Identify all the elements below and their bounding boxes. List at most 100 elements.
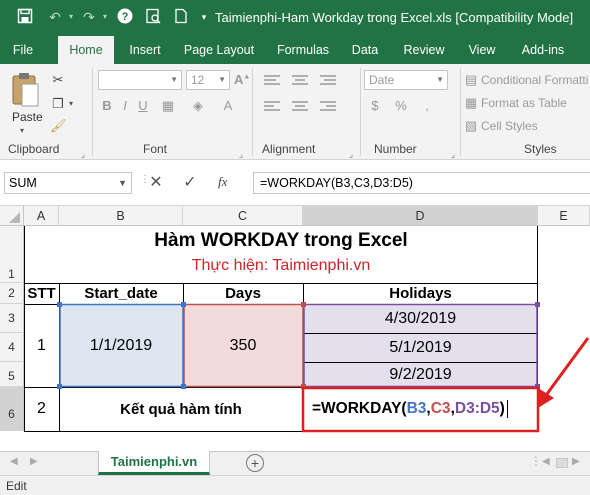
redo-dropdown-icon[interactable]: ▾	[96, 8, 114, 26]
tab-review[interactable]: Review	[396, 36, 452, 64]
header-holidays[interactable]: Holidays	[303, 283, 538, 304]
tab-insert[interactable]: Insert	[122, 36, 168, 64]
font-size-select[interactable]: 12 ▼	[186, 70, 230, 90]
status-mode: Edit	[6, 479, 27, 493]
number-format-value: Date	[369, 73, 395, 87]
tab-view[interactable]: View	[462, 36, 502, 64]
divider	[460, 68, 461, 156]
group-label-clipboard: Clipboard	[8, 142, 60, 156]
paste-icon[interactable]	[10, 72, 42, 108]
format-as-table-icon[interactable]: ▦	[464, 95, 478, 111]
cut-icon[interactable]: ✂	[50, 72, 66, 88]
ribbon: Paste ▾ ✂ ❐ ▾ 🖌 Clipboard ⌟ ▼ 12 ▼ A▲ B I…	[0, 64, 590, 160]
cell-holiday-1[interactable]: 4/30/2019	[303, 304, 538, 333]
tab-file[interactable]: File	[4, 36, 42, 64]
align-left-icon[interactable]	[262, 100, 282, 117]
scroll-right-icon[interactable]: ▶	[30, 456, 38, 467]
tab-formulas[interactable]: Formulas	[270, 36, 336, 64]
paste-label[interactable]: Paste	[12, 110, 43, 124]
comma-style-icon[interactable]: ,	[418, 98, 436, 114]
group-label-font: Font	[143, 142, 168, 156]
save-icon[interactable]	[16, 8, 34, 26]
undo-dropdown-icon[interactable]: ▾	[62, 8, 80, 26]
cell-styles-icon[interactable]: ▧	[464, 118, 478, 134]
chevron-down-icon: ▼	[218, 75, 226, 84]
currency-icon[interactable]: $	[366, 98, 384, 114]
add-sheet-icon[interactable]: +	[246, 454, 264, 472]
formula-input[interactable]: =WORKDAY(B3,C3,D3:D5)	[253, 172, 590, 194]
format-as-table-button[interactable]: Format as Table	[481, 96, 567, 110]
number-format-select[interactable]: Date ▼	[364, 70, 448, 90]
font-size-value: 12	[191, 73, 205, 87]
formula-ref-range: D3:D5	[454, 400, 500, 417]
cell-stt-1[interactable]: 1	[24, 304, 59, 387]
name-box-value: SUM	[9, 176, 37, 190]
formula-suffix: )	[499, 400, 505, 417]
help-icon[interactable]: ?	[116, 8, 134, 26]
divider	[92, 68, 93, 156]
group-label-styles: Styles	[524, 142, 557, 156]
align-right-icon[interactable]	[318, 100, 338, 117]
title-bar: ↶ ▾ ↷ ▾ ? ▾ Taimienphi-Ham Workday trong…	[0, 0, 590, 36]
cell-start-date[interactable]: 1/1/2019	[59, 304, 183, 387]
tab-data[interactable]: Data	[344, 36, 386, 64]
cell-days[interactable]: 350	[183, 304, 303, 387]
align-bottom-icon[interactable]	[318, 74, 338, 91]
chevron-down-icon: ▼	[436, 75, 444, 84]
chevron-down-icon: ▼	[170, 75, 178, 84]
header-start-date[interactable]: Start_date	[59, 283, 183, 304]
name-box[interactable]: SUM ▼	[4, 172, 132, 194]
annotation-arrow-icon	[538, 337, 590, 408]
cell-holiday-3[interactable]: 9/2/2019	[303, 362, 538, 387]
customize-toolbar-icon[interactable]: ▾	[195, 8, 213, 26]
cell-stt-2[interactable]: 2	[24, 387, 59, 431]
bold-icon[interactable]: B	[100, 98, 114, 114]
horizontal-scrollbar[interactable]	[556, 458, 568, 468]
tab-home[interactable]: Home	[58, 36, 114, 64]
tab-add-ins[interactable]: Add-ins	[512, 36, 574, 64]
font-name-select[interactable]: ▼	[98, 70, 182, 90]
chevron-down-icon: ▼	[118, 178, 127, 188]
copy-dropdown-icon[interactable]: ▾	[66, 96, 76, 112]
print-preview-icon[interactable]	[144, 8, 162, 26]
worksheet-grid[interactable]: A B C D E 1 2 3 4 5 6 Hàm WORKDAY trong …	[0, 206, 590, 451]
fill-color-icon[interactable]: ◈	[190, 98, 206, 114]
paste-dropdown-icon[interactable]: ▾	[20, 126, 24, 135]
cell-formula-edit[interactable]: =WORKDAY(B3, C3, D3:D5)	[306, 389, 535, 429]
insert-function-icon[interactable]: fx	[218, 174, 227, 190]
increase-font-icon[interactable]: A▲	[234, 72, 250, 87]
conditional-formatting-icon[interactable]: ▤	[464, 72, 478, 88]
borders-icon[interactable]: ▦	[160, 98, 176, 114]
cell-holiday-2[interactable]: 5/1/2019	[303, 333, 538, 362]
italic-icon[interactable]: I	[118, 98, 132, 114]
align-top-icon[interactable]	[262, 74, 282, 91]
formula-bar: SUM ▼ ⋮ ✕ ✓ fx =WORKDAY(B3,C3,D3:D5)	[0, 160, 590, 206]
align-middle-icon[interactable]	[290, 74, 310, 91]
underline-icon[interactable]: U	[136, 98, 150, 114]
cancel-icon[interactable]: ✕	[146, 172, 166, 192]
hscroll-left-icon[interactable]: ◀	[542, 456, 550, 467]
more-icon: ⋮	[530, 454, 542, 468]
header-stt[interactable]: STT	[24, 283, 59, 304]
percent-icon[interactable]: %	[392, 98, 410, 114]
enter-icon[interactable]: ✓	[180, 172, 200, 192]
svg-text:?: ?	[122, 11, 129, 23]
new-file-icon[interactable]	[172, 8, 190, 26]
conditional-formatting-button[interactable]: Conditional Formatti	[481, 73, 588, 87]
tab-page-layout[interactable]: Page Layout	[178, 36, 260, 64]
hscroll-right-icon[interactable]: ▶	[572, 456, 580, 467]
sheet-tab-active[interactable]: Taimienphi.vn	[98, 451, 210, 475]
copy-icon[interactable]: ❐	[50, 96, 66, 112]
formula-prefix: =WORKDAY(	[312, 400, 407, 417]
align-center-icon[interactable]	[290, 100, 310, 117]
font-color-icon[interactable]: A	[220, 98, 236, 114]
group-label-alignment: Alignment	[262, 142, 316, 156]
cell-result-label[interactable]: Kết quả hàm tính	[59, 387, 303, 431]
format-painter-icon[interactable]: 🖌	[50, 118, 67, 134]
header-days[interactable]: Days	[183, 283, 303, 304]
sheet-title[interactable]: Hàm WORKDAY trong Excel	[24, 228, 538, 254]
scroll-left-icon[interactable]: ◀	[10, 456, 18, 467]
cell-styles-button[interactable]: Cell Styles	[481, 119, 538, 133]
sheet-subtitle[interactable]: Thực hiện: Taimienphi.vn	[24, 254, 538, 278]
formula-ref-b3: B3	[406, 400, 427, 417]
